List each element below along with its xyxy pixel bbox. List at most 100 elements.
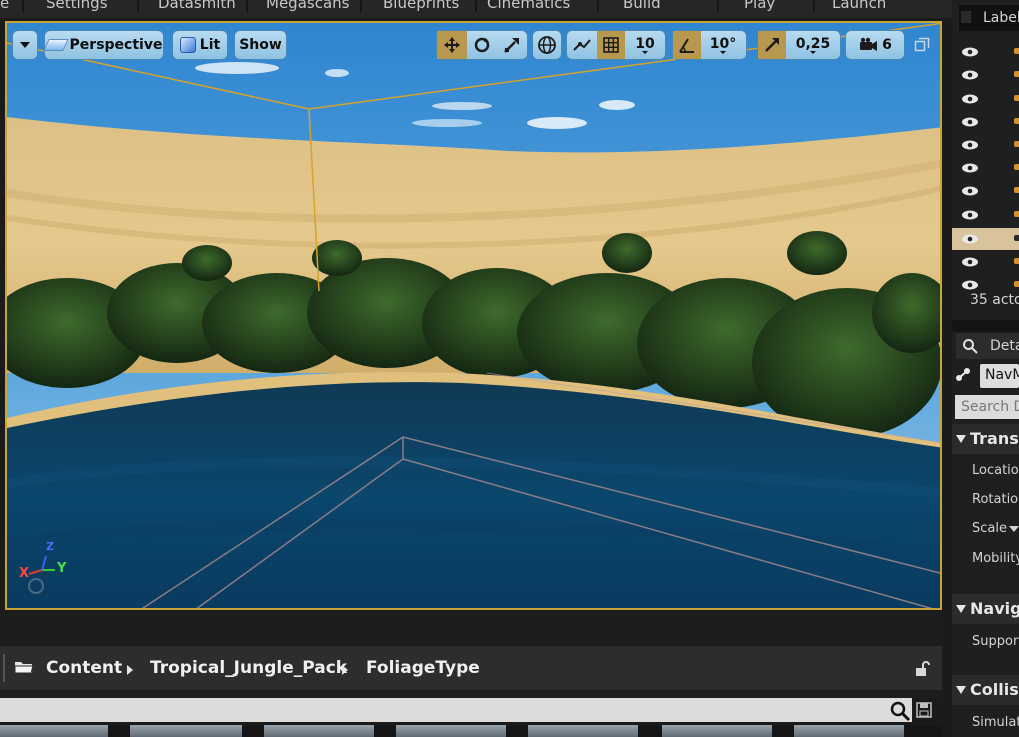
outliner-row[interactable] [952,111,1019,133]
asset-thumbnail[interactable] [528,725,638,737]
visibility-eye-icon[interactable] [961,163,979,173]
menu-item-megascans[interactable]: Megascans [266,0,349,12]
show-button[interactable]: Show [234,30,287,60]
view-mode-button[interactable]: Lit [172,30,228,60]
scale-tool-button[interactable] [497,31,527,59]
actor-type-icon [1014,95,1019,101]
actor-type-icon [1014,258,1019,264]
viewport-options-button[interactable] [12,30,38,60]
axis-x-label: X [19,566,30,581]
asset-thumbnail[interactable] [662,725,772,737]
outliner-row[interactable] [952,204,1019,226]
outliner-row[interactable] [952,64,1019,86]
visibility-eye-icon[interactable] [961,186,979,196]
coordinate-system-button[interactable] [532,30,562,60]
rotation-snap-toggle[interactable] [673,31,701,59]
actor-type-icon [1014,187,1019,193]
scale-snap-toggle[interactable] [758,31,786,59]
outliner-row[interactable] [952,251,1019,273]
visibility-eye-icon[interactable] [961,257,979,267]
search-icon[interactable] [889,700,911,722]
collision-section-header[interactable]: Collisi [952,675,1019,705]
actor-name-field[interactable]: NavM [980,364,1019,388]
transform-section-header[interactable]: Transf [952,424,1019,454]
perspective-cube-icon [42,39,69,51]
chevron-right-icon[interactable] [342,665,348,675]
outliner-row[interactable] [952,88,1019,110]
scale-snap-value-dropdown[interactable]: 0,25 [786,31,840,59]
scale-row-label[interactable]: Scale [972,521,1007,536]
outliner-row[interactable] [952,157,1019,179]
asset-thumbnail[interactable] [130,725,242,737]
asset-thumbnail[interactable] [794,725,904,737]
details-tab-label: Deta [990,338,1019,354]
save-icon[interactable] [916,702,932,718]
chevron-right-icon[interactable] [127,665,133,675]
navigation-section-header[interactable]: Naviga [952,594,1019,624]
camera-speed-button[interactable]: 6 [845,30,905,60]
chevron-down-icon [956,686,966,694]
main-toolbar: e Settings Datasmith Megascans Blueprint… [0,0,952,18]
visibility-eye-icon[interactable] [961,47,979,57]
breadcrumb-tropical-jungle-pack[interactable]: Tropical_Jungle_Pack [150,658,347,678]
menu-item-play[interactable]: Play [744,0,775,12]
outliner-row[interactable] [952,180,1019,202]
details-search-input[interactable]: Search D [955,395,1019,419]
outliner-row[interactable] [952,41,1019,63]
menu-item-launch[interactable]: Launch [832,0,886,12]
breadcrumb-foliagetype[interactable]: FoliageType [366,658,480,678]
actor-components-icon [956,368,970,381]
side-panel: Label 35 acto Deta NavM Search D Transf … [952,0,1019,737]
rotate-tool-button[interactable] [467,31,497,59]
grid-snap-value: 10 [635,35,655,52]
maximize-viewport-button[interactable] [914,37,930,53]
menu-item-settings[interactable]: Settings [46,0,108,12]
visibility-eye-icon[interactable] [961,117,979,127]
location-row-label[interactable]: Location [972,463,1019,478]
grid-snap-value-dropdown[interactable]: 10 [625,31,665,59]
details-tab[interactable]: Deta [956,333,1019,359]
actor-type-icon [1014,118,1019,124]
menu-item-blueprints[interactable]: Blueprints [383,0,459,12]
asset-thumbnail[interactable] [396,725,506,737]
grid-snap-group: 10 [566,30,666,60]
rotation-snap-value: 10° [709,35,737,52]
menu-item[interactable]: e [0,0,9,12]
content-browser-path-bar: Content Tropical_Jungle_Pack FoliageType [0,646,942,690]
actor-type-icon [1014,141,1019,147]
outliner-row[interactable] [952,228,1019,250]
asset-thumbnail[interactable] [0,725,108,737]
surface-snap-button[interactable] [567,31,597,59]
actor-name-value: NavM [985,367,1019,383]
panel-gap [0,690,942,698]
level-viewport[interactable]: Perspective Lit Show 10 10° 0,25 6 Y Z X [5,21,942,610]
transform-tools-group [436,30,528,60]
header-checkbox[interactable] [961,11,971,23]
rotation-snap-group: 10° [672,30,747,60]
translate-tool-button[interactable] [437,31,467,59]
visibility-eye-icon[interactable] [961,280,979,290]
lock-icon[interactable] [913,660,931,678]
perspective-button[interactable]: Perspective [42,30,164,60]
outliner-label-column[interactable]: Label [983,10,1019,26]
rotation-row-label[interactable]: Rotation [972,492,1019,507]
breadcrumb-content[interactable]: Content [46,658,122,678]
visibility-eye-icon[interactable] [961,94,979,104]
panel-splitter[interactable] [952,320,1019,332]
visibility-eye-icon[interactable] [961,140,979,150]
menu-item-cinematics[interactable]: Cinematics [487,0,570,12]
menu-item-build[interactable]: Build [623,0,661,12]
rotation-snap-value-dropdown[interactable]: 10° [701,31,745,59]
visibility-eye-icon[interactable] [961,210,979,220]
asset-thumbnail[interactable] [264,725,374,737]
grid-snap-toggle[interactable] [597,31,625,59]
outliner-row[interactable] [952,134,1019,156]
menu-item-datasmith[interactable]: Datasmith [158,0,236,12]
chevron-down-icon[interactable] [1009,526,1019,532]
asset-thumbnail-strip [0,725,942,737]
toolbar-divider [246,0,248,12]
visibility-eye-icon[interactable] [961,234,979,244]
asset-search-input[interactable] [0,698,912,722]
toolbar-divider [22,0,24,12]
visibility-eye-icon[interactable] [961,70,979,80]
